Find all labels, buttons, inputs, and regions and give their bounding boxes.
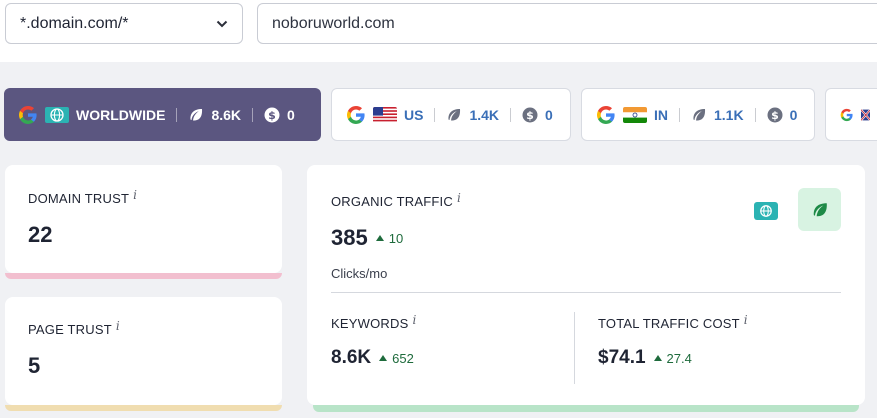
divider — [754, 107, 756, 122]
svg-text:$: $ — [771, 109, 779, 122]
keywords-value: 8.6K — [331, 347, 372, 368]
info-icon[interactable]: i — [133, 188, 137, 202]
db-tab-keywords: 8.6K — [211, 106, 242, 123]
filter-bar: *.domain.com/* noboruworld.com — [0, 0, 877, 62]
divider — [176, 107, 178, 122]
domain-trust-bar — [5, 273, 282, 279]
page-trust-label: PAGE TRUST — [28, 322, 112, 337]
db-tab-label: IN — [654, 106, 668, 123]
us-flag-icon — [373, 106, 397, 123]
organic-traffic-bar — [313, 405, 859, 412]
divider — [252, 107, 254, 122]
leaf-icon — [693, 108, 706, 121]
db-tab-in[interactable]: IN 1.1K $ 0 — [581, 88, 815, 141]
divider — [434, 107, 436, 122]
db-tab-worldwide[interactable]: WORLDWIDE 8.6K $ 0 — [4, 88, 321, 141]
organic-traffic-card: ORGANIC TRAFFIC i 385 10 Clicks/mo KEYWOR… — [307, 165, 865, 412]
info-icon[interactable]: i — [116, 319, 120, 333]
dollar-icon: $ — [767, 107, 783, 122]
google-icon — [597, 105, 615, 124]
google-icon — [347, 105, 365, 124]
globe-icon — [45, 106, 69, 123]
divider — [331, 292, 841, 293]
scope-select[interactable]: *.domain.com/* — [5, 3, 243, 44]
uk-flag-icon — [860, 107, 870, 123]
keywords-label: KEYWORDS — [331, 316, 409, 331]
organic-toggle-button[interactable] — [798, 188, 841, 231]
domain-trust-label: DOMAIN TRUST — [28, 191, 130, 206]
info-icon[interactable]: i — [744, 313, 748, 327]
page-trust-bar — [5, 405, 282, 411]
chevron-down-icon — [216, 18, 228, 30]
domain-input[interactable]: noboruworld.com — [257, 3, 877, 44]
organic-traffic-label: ORGANIC TRAFFIC — [331, 194, 453, 209]
keywords-delta: 652 — [379, 351, 414, 366]
organic-traffic-delta: 10 — [375, 231, 403, 246]
leaf-icon — [813, 202, 827, 216]
dollar-icon: $ — [522, 107, 538, 122]
dollar-icon: $ — [264, 107, 280, 122]
leaf-icon — [190, 108, 203, 121]
scope-select-value: *.domain.com/* — [20, 14, 129, 32]
domain-trust-card: DOMAIN TRUST i 22 — [5, 165, 282, 279]
db-tab-next[interactable] — [825, 88, 877, 141]
page-trust-value: 5 — [28, 353, 41, 378]
leaf-icon — [448, 108, 461, 121]
domain-input-value: noboruworld.com — [272, 14, 395, 32]
organic-traffic-unit: Clicks/mo — [331, 266, 388, 281]
db-tab-us[interactable]: US 1.4K $ 0 — [331, 88, 571, 141]
divider — [679, 107, 680, 122]
traffic-cost-value: $74.1 — [598, 347, 646, 368]
db-tab-label: US — [404, 106, 424, 123]
divider — [574, 312, 575, 384]
in-flag-icon — [623, 106, 647, 123]
db-tab-cost: 0 — [789, 106, 798, 123]
page-trust-card: PAGE TRUST i 5 — [5, 297, 282, 411]
svg-text:$: $ — [526, 109, 534, 122]
db-tab-cost: 0 — [287, 106, 295, 123]
db-tab-keywords: 1.1K — [714, 106, 744, 123]
divider — [510, 107, 512, 122]
domain-trust-value: 22 — [28, 222, 53, 247]
info-icon[interactable]: i — [412, 313, 416, 327]
traffic-cost-label: TOTAL TRAFFIC COST — [598, 316, 740, 331]
google-icon — [19, 105, 37, 124]
google-icon — [840, 108, 853, 121]
svg-text:$: $ — [268, 109, 276, 122]
globe-icon — [754, 202, 778, 220]
db-tab-label: WORLDWIDE — [76, 106, 166, 123]
db-tab-keywords: 1.4K — [469, 106, 500, 123]
info-icon[interactable]: i — [457, 191, 461, 205]
traffic-cost-delta: 27.4 — [653, 351, 692, 366]
organic-traffic-value: 385 — [331, 225, 368, 250]
db-tab-cost: 0 — [545, 106, 553, 123]
